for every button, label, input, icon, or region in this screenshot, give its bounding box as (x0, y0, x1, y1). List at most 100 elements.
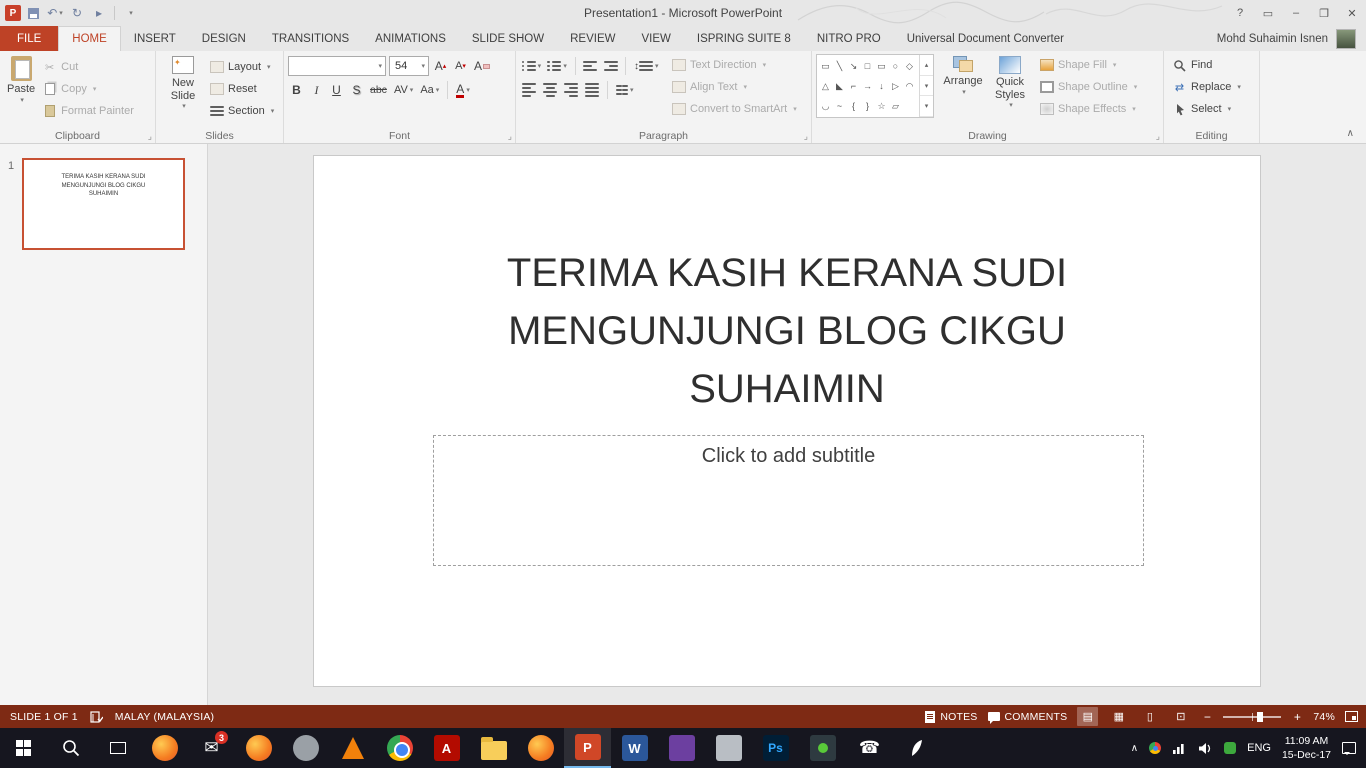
shape-icon[interactable]: ~ (833, 100, 846, 113)
action-center-icon[interactable] (1342, 742, 1356, 755)
taskbar-app-button-purple[interactable] (658, 728, 705, 768)
tab-view[interactable]: VIEW (628, 26, 683, 51)
section-button[interactable]: Section ▾ (206, 100, 278, 122)
slide-sorter-view-button[interactable]: ▦ (1108, 707, 1129, 726)
zoom-slider-handle[interactable] (1257, 711, 1263, 722)
shape-icon[interactable]: ╲ (833, 60, 846, 73)
shapes-scroll-down-button[interactable]: ▾ (920, 76, 933, 97)
shape-icon[interactable]: ◡ (819, 100, 832, 113)
tray-chrome-icon[interactable] (1149, 742, 1162, 754)
tab-ispring-suite[interactable]: ISPRING SUITE 8 (684, 26, 804, 51)
start-button[interactable] (0, 728, 47, 768)
slide-thumbnail[interactable]: TERIMA KASIH KERANA SUDI MENGUNJUNGI BLO… (22, 158, 185, 250)
fit-slide-to-window-button[interactable] (1345, 711, 1358, 722)
start-from-beginning-button[interactable]: ▸ (89, 3, 109, 23)
shape-icon[interactable]: ↓ (875, 80, 888, 93)
align-right-button[interactable] (562, 80, 580, 100)
underline-button[interactable]: U (328, 80, 345, 100)
comments-button[interactable]: COMMENTS (987, 711, 1068, 724)
tab-slide-show[interactable]: SLIDE SHOW (459, 26, 557, 51)
network-icon[interactable] (1172, 742, 1187, 754)
cut-button[interactable]: ✂ Cut (38, 56, 138, 78)
convert-to-smartart-button[interactable]: Convert to SmartArt ▾ (668, 98, 801, 120)
slide-indicator[interactable]: SLIDE 1 OF 1 (10, 711, 78, 723)
ribbon-display-options-button[interactable]: ▭ (1254, 1, 1282, 25)
taskbar-app-button-box[interactable] (705, 728, 752, 768)
taskbar-vlc-button[interactable] (329, 728, 376, 768)
align-center-button[interactable] (541, 80, 559, 100)
shape-icon[interactable]: → (861, 80, 874, 93)
font-size-combobox[interactable]: 54 ▾ (389, 56, 429, 76)
shape-icon[interactable]: ▭ (819, 60, 832, 73)
shape-icon[interactable]: ☆ (875, 100, 888, 113)
taskbar-browser-button-3[interactable] (517, 728, 564, 768)
arrange-button[interactable]: Arrange ▾ (938, 54, 988, 99)
new-slide-button[interactable]: ✦ New Slide ▾ (160, 54, 206, 113)
shape-icon[interactable]: ◠ (903, 80, 916, 93)
format-painter-button[interactable]: Format Painter (38, 100, 138, 122)
taskbar-acrobat-button[interactable]: A (423, 728, 470, 768)
shrink-font-button[interactable]: A ▾ (452, 56, 469, 76)
slide-subtitle-placeholder[interactable]: Click to add subtitle (433, 435, 1144, 566)
tab-insert[interactable]: INSERT (121, 26, 189, 51)
shape-icon[interactable]: □ (861, 60, 874, 73)
taskbar-search-button[interactable] (47, 728, 94, 768)
language-indicator[interactable]: ENG (1247, 742, 1271, 754)
shape-icon[interactable]: { (847, 100, 860, 113)
shapes-more-button[interactable]: ▾ (920, 96, 933, 118)
taskbar-powerpoint-button[interactable]: P (564, 728, 611, 768)
taskbar-app-button-gray[interactable] (282, 728, 329, 768)
columns-button[interactable]: ▾ (614, 80, 636, 100)
slide-canvas[interactable]: TERIMA KASIH KERANA SUDI MENGUNJUNGI BLO… (313, 155, 1261, 687)
zoom-in-button[interactable]: + (1291, 710, 1303, 724)
clear-formatting-button[interactable]: A (472, 56, 492, 76)
font-dialog-launcher[interactable]: ⌟ (508, 132, 512, 141)
taskbar-browser-button-2[interactable] (235, 728, 282, 768)
redo-button[interactable]: ↻ (67, 3, 87, 23)
tray-chevron-up-icon[interactable]: ∧ (1131, 743, 1138, 754)
shape-effects-button[interactable]: Shape Effects ▾ (1036, 98, 1141, 120)
volume-icon[interactable] (1198, 742, 1213, 755)
line-spacing-button[interactable]: ↕ ▾ (632, 56, 660, 76)
layout-button[interactable]: Layout ▾ (206, 56, 278, 78)
character-spacing-button[interactable]: AV ▾ (392, 80, 415, 100)
grow-font-button[interactable]: A ▴ (432, 56, 449, 76)
replace-button[interactable]: ⇄ Replace ▾ (1168, 76, 1245, 98)
tab-animations[interactable]: ANIMATIONS (362, 26, 459, 51)
text-shadow-button[interactable]: S (348, 80, 365, 100)
shape-icon[interactable]: ↘ (847, 60, 860, 73)
help-button[interactable]: ? (1226, 1, 1254, 25)
save-button[interactable] (23, 3, 43, 23)
shape-icon[interactable]: ◇ (903, 60, 916, 73)
undo-button[interactable]: ↶ ▾ (45, 3, 65, 23)
account-area[interactable]: Mohd Suhaimin Isnen (1217, 26, 1356, 51)
increase-indent-button[interactable] (602, 56, 619, 76)
tab-transitions[interactable]: TRANSITIONS (259, 26, 362, 51)
tab-design[interactable]: DESIGN (189, 26, 259, 51)
taskbar-photoshop-button[interactable]: Ps (752, 728, 799, 768)
tab-universal-document-converter[interactable]: Universal Document Converter (894, 26, 1077, 51)
tab-review[interactable]: REVIEW (557, 26, 628, 51)
paste-button[interactable]: Paste ▾ (4, 54, 38, 107)
shapes-scroll-up-button[interactable]: ▴ (920, 55, 933, 76)
taskbar-file-explorer-button[interactable] (470, 728, 517, 768)
select-button[interactable]: Select ▾ (1168, 98, 1245, 120)
font-color-button[interactable]: A ▾ (454, 80, 472, 100)
taskbar-chrome-button[interactable] (376, 728, 423, 768)
close-button[interactable]: ✕ (1338, 1, 1366, 25)
customize-qat-button[interactable]: ▾ (120, 3, 140, 23)
quick-styles-button[interactable]: Quick Styles ▾ (988, 54, 1032, 112)
shape-icon[interactable]: ▷ (889, 80, 902, 93)
shape-icon[interactable]: △ (819, 80, 832, 93)
restore-button[interactable]: ❐ (1310, 1, 1338, 25)
align-text-button[interactable]: Align Text ▾ (668, 76, 801, 98)
slide-thumbnail-entry[interactable]: 1 TERIMA KASIH KERANA SUDI MENGUNJUNGI B… (0, 158, 207, 250)
tab-home[interactable]: HOME (58, 26, 121, 51)
decrease-indent-button[interactable] (582, 56, 599, 76)
tray-app-icon[interactable] (1224, 742, 1237, 754)
collapse-ribbon-button[interactable]: ∧ (1347, 128, 1354, 139)
tab-file[interactable]: FILE (0, 26, 59, 51)
shape-icon[interactable]: ▭ (875, 60, 888, 73)
task-view-button[interactable] (94, 728, 141, 768)
minimize-button[interactable]: – (1282, 1, 1310, 25)
